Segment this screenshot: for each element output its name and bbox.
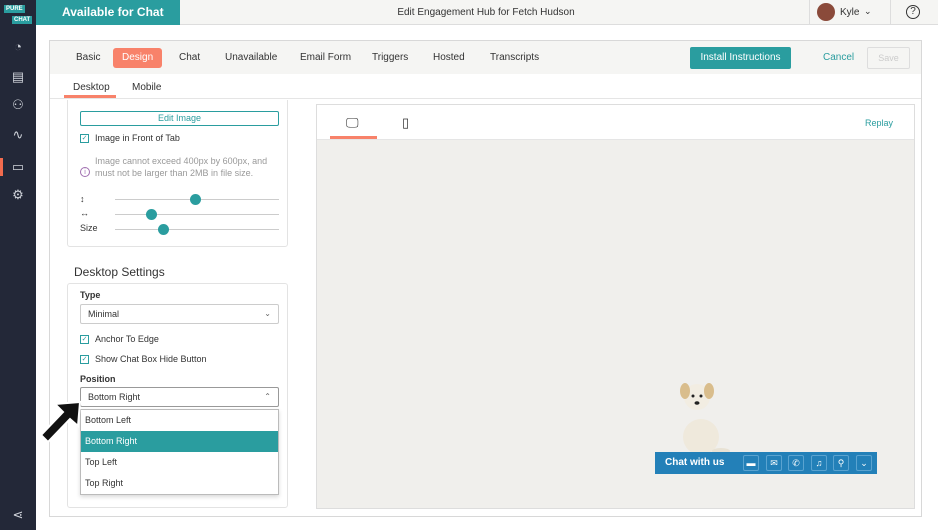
top-bar: Available for Chat Edit Engagement Hub f… [36,0,938,25]
users-icon[interactable]: ⚇ [10,97,26,113]
slider-handle[interactable] [190,194,202,205]
chevron-down-icon: ⌄ [264,309,271,318]
tab-transcripts[interactable]: Transcripts [481,48,548,68]
chat-bubble-icon[interactable]: ▬ [743,455,759,471]
chat-label: Chat with us [665,457,725,468]
position-value: Bottom Right [88,392,141,402]
image-in-front-label: Image in Front of Tab [95,133,180,143]
size-slider[interactable] [115,224,279,235]
desktop-settings: Type Minimal ⌄ ✓ Anchor To Edge ✓ Show Ch… [67,283,288,508]
tab-triggers[interactable]: Triggers [363,48,417,68]
puppy-image [680,383,730,455]
page-title: Edit Engagement Hub for Fetch Hudson [397,7,575,18]
info-icon: i [80,167,90,177]
widget-icon[interactable]: ▭ [10,159,26,175]
position-select[interactable]: Bottom Right ⌃ [80,387,279,407]
image-settings: Edit Image ✓ Image in Front of Tab i Ima… [67,100,288,247]
install-instructions-button[interactable]: Install Instructions [690,47,791,69]
type-select[interactable]: Minimal ⌄ [80,304,279,324]
chevron-up-icon: ⌃ [264,392,271,401]
option-top-left[interactable]: Top Left [81,452,278,473]
gauge-icon[interactable]: ◔ [10,39,26,55]
cancel-button[interactable]: Cancel [823,52,854,63]
email-icon[interactable]: ✉ [766,455,782,471]
editor-card: Basic Design Chat Unavailable Email Form… [49,40,922,517]
size-label: Size [80,223,98,233]
user-name: Kyle [840,7,860,18]
chevron-down-icon: ⌄ [864,6,872,16]
vertical-slider[interactable] [115,194,279,205]
vertical-label: ↕ [80,194,85,204]
position-dropdown: Bottom Left Bottom Right Top Left Top Ri… [80,409,279,495]
horizontal-slider[interactable] [115,209,279,220]
type-value: Minimal [88,309,120,319]
edit-image-button[interactable]: Edit Image [80,111,279,126]
purechat-logo[interactable]: PURE CHAT [4,5,33,27]
tab-basic[interactable]: Basic [67,48,109,68]
subtab-mobile[interactable]: Mobile [132,82,161,93]
desktop-icon[interactable]: 🖵 [346,115,359,131]
option-bottom-right[interactable]: Bottom Right [81,431,278,452]
logo-top: PURE [4,5,25,13]
type-label: Type [80,290,101,300]
settings-panel[interactable]: Edit Image ✓ Image in Front of Tab i Ima… [67,100,298,510]
logo-bottom: CHAT [12,16,33,24]
mobile-icon[interactable]: ▯ [402,115,409,131]
chevron-down-icon[interactable]: ⌄ [856,455,872,471]
help-icon[interactable]: ? [906,5,920,19]
position-label: Position [80,374,116,384]
device-underline [330,136,377,139]
tab-design[interactable]: Design [113,48,163,68]
main: Basic Design Chat Unavailable Email Form… [36,25,938,530]
hide-button-label: Show Chat Box Hide Button [95,354,207,364]
sidebar: PURE CHAT ◔ ▤ ⚇ ∿ ▭ ⚙ ⋖ [0,0,36,530]
horizontal-label: ↔ [80,208,89,218]
phone-icon[interactable]: ✆ [788,455,804,471]
slider-handle[interactable] [157,224,169,235]
tab-bar: Basic Design Chat Unavailable Email Form… [50,41,921,74]
option-top-right[interactable]: Top Right [81,473,278,494]
option-bottom-left[interactable]: Bottom Left [81,410,278,431]
subtab-desktop[interactable]: Desktop [73,82,110,93]
slider-handle[interactable] [146,209,158,220]
image-note: Image cannot exceed 400px by 600px, and … [95,156,268,178]
image-in-front-checkbox[interactable]: ✓ [80,134,89,143]
replay-link[interactable]: Replay [865,118,893,128]
tab-chat[interactable]: Chat [170,48,209,68]
save-button[interactable]: Save [867,47,910,69]
preview-pane: 🖵 ▯ Replay Chat with us ▬ ✉ ✆ ♫ ⚲ ⌄ [316,104,915,509]
chat-widget-bar[interactable]: Chat with us ▬ ✉ ✆ ♫ ⚲ ⌄ [655,452,877,474]
pointer-arrow-icon [39,400,82,444]
anchor-checkbox[interactable]: ✓ [80,335,89,344]
tab-unavailable[interactable]: Unavailable [216,48,286,68]
document-icon[interactable]: ▤ [10,69,26,85]
tab-hosted[interactable]: Hosted [424,48,474,68]
gear-icon[interactable]: ⚙ [10,187,26,203]
hide-button-checkbox[interactable]: ✓ [80,355,89,364]
preview-header: 🖵 ▯ Replay [317,105,914,140]
twitter-icon[interactable]: ♫ [811,455,827,471]
avatar [817,3,835,21]
desktop-settings-heading: Desktop Settings [74,265,165,279]
anchor-label: Anchor To Edge [95,334,159,344]
active-indicator [0,158,3,176]
user-menu[interactable]: Kyle ⌄ [809,0,891,25]
availability-status[interactable]: Available for Chat [36,0,180,25]
location-icon[interactable]: ⚲ [833,455,849,471]
analytics-icon[interactable]: ∿ [10,127,26,143]
tab-email-form[interactable]: Email Form [291,48,360,68]
share-icon[interactable]: ⋖ [10,507,26,523]
divider [50,98,921,99]
